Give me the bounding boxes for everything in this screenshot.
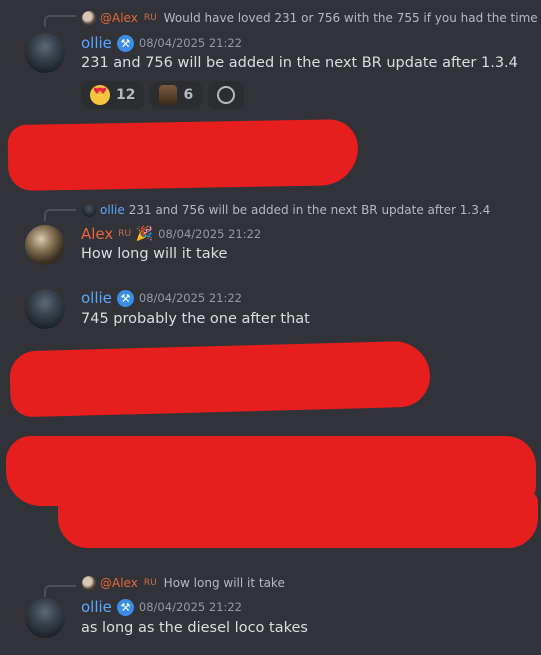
reply-preview[interactable]: @Alex RU How long will it take	[82, 574, 285, 592]
reply-server-tag: RU	[143, 578, 157, 588]
reply-text[interactable]: How long will it take	[164, 576, 285, 590]
reply-avatar	[82, 11, 96, 25]
author-name[interactable]: Alex	[81, 225, 113, 243]
reaction-custom[interactable]: 6	[150, 81, 203, 109]
reply-preview[interactable]: @Alex RU Would have loved 231 or 756 wit…	[82, 9, 538, 27]
timestamp: 08/04/2025 21:22	[138, 36, 243, 50]
reply-preview[interactable]: ollie 231 and 756 will be added in the n…	[82, 201, 490, 219]
author-name[interactable]: ollie	[81, 34, 112, 52]
server-tag: RU	[118, 229, 132, 239]
reply-connector	[44, 15, 76, 27]
timestamp: 08/04/2025 21:22	[138, 600, 243, 614]
redaction	[9, 340, 431, 418]
message-text: 231 and 756 will be added in the next BR…	[81, 55, 518, 71]
message-text: How long will it take	[81, 246, 228, 262]
reply-text[interactable]: 231 and 756 will be added in the next BR…	[129, 203, 491, 217]
redaction	[58, 492, 538, 548]
message-header: ollie ⚒ 08/04/2025 21:22	[81, 598, 242, 616]
avatar[interactable]	[25, 33, 65, 73]
message-header: Alex RU 🎉 08/04/2025 21:22	[81, 225, 261, 243]
redaction	[7, 118, 359, 192]
role-icon: ⚒	[116, 289, 134, 307]
custom-emoji-icon	[159, 85, 178, 105]
reaction-heart-eyes[interactable]: 12	[81, 81, 145, 109]
reaction-count: 12	[116, 87, 136, 103]
add-reaction-button[interactable]	[208, 81, 245, 109]
reply-author[interactable]: @Alex	[100, 11, 138, 25]
reply-author[interactable]: ollie	[100, 203, 125, 217]
smiley-add-icon	[217, 86, 236, 104]
avatar[interactable]	[25, 598, 65, 638]
timestamp: 08/04/2025 21:22	[138, 291, 243, 305]
reply-server-tag: RU	[143, 13, 157, 23]
party-icon: 🎉	[135, 226, 154, 242]
role-icon: ⚒	[116, 598, 134, 616]
timestamp: 08/04/2025 21:22	[158, 227, 262, 241]
reply-avatar	[82, 576, 96, 590]
message-text: 745 probably the one after that	[81, 311, 310, 327]
author-name[interactable]: ollie	[81, 289, 112, 307]
role-icon: ⚒	[116, 34, 134, 52]
heart-eyes-icon	[90, 85, 110, 105]
avatar[interactable]	[25, 225, 65, 265]
reply-avatar	[82, 203, 96, 217]
avatar[interactable]	[25, 289, 65, 329]
reaction-count: 6	[183, 87, 194, 103]
reply-connector	[44, 209, 76, 221]
reply-connector	[44, 585, 76, 597]
message-header: ollie ⚒ 08/04/2025 21:22	[81, 289, 242, 307]
message-text: as long as the diesel loco takes	[81, 620, 308, 636]
author-name[interactable]: ollie	[81, 598, 112, 616]
reply-text[interactable]: Would have loved 231 or 756 with the 755…	[164, 11, 538, 25]
reply-author[interactable]: @Alex	[100, 576, 138, 590]
message-header: ollie ⚒ 08/04/2025 21:22	[81, 34, 242, 52]
reactions-bar: 12 6	[81, 81, 245, 109]
